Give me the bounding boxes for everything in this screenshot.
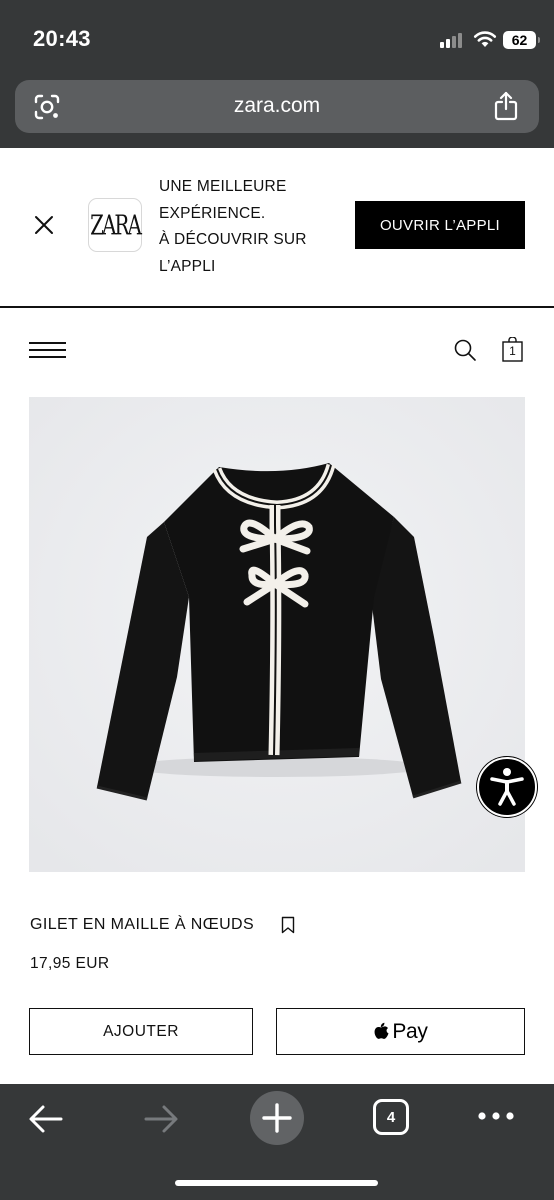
app-banner: ZARA UNE MEILLEURE EXPÉRIENCE. À DÉCOUVR… <box>0 148 554 308</box>
back-arrow-icon[interactable] <box>28 1104 64 1134</box>
product-price: 17,95 EUR <box>30 955 110 972</box>
apple-logo-icon <box>374 1022 389 1039</box>
signal-icon <box>440 32 466 48</box>
address-bar[interactable]: zara.com <box>15 80 539 133</box>
forward-arrow-icon[interactable] <box>143 1104 179 1134</box>
banner-line-2: EXPÉRIENCE. <box>159 204 266 222</box>
url-text[interactable]: zara.com <box>15 94 539 118</box>
browser-top-chrome: 20:43 62 zara.com <box>0 0 554 148</box>
banner-line-4: L’APPLI <box>159 257 216 275</box>
wifi-icon <box>473 31 497 47</box>
hamburger-menu-icon[interactable] <box>29 340 66 360</box>
accessibility-button[interactable] <box>477 757 537 817</box>
cardigan-photo <box>29 397 525 872</box>
product-name: GILET EN MAILLE À NŒUDS <box>30 916 255 933</box>
battery-icon: 62 <box>503 31 540 49</box>
bookmark-icon[interactable] <box>281 916 295 934</box>
share-icon[interactable] <box>493 91 519 121</box>
more-icon[interactable] <box>477 1110 515 1122</box>
banner-line-3: À DÉCOUVRIR SUR <box>159 231 307 248</box>
shopping-bag-icon[interactable]: 1 <box>502 337 523 362</box>
browser-toolbar: 4 <box>0 1084 554 1200</box>
accessibility-icon <box>490 768 524 806</box>
close-icon[interactable] <box>32 213 56 237</box>
zara-app-logo: ZARA <box>88 198 142 252</box>
zara-logo-text: ZARA <box>90 208 142 242</box>
plus-icon <box>262 1103 292 1133</box>
banner-message: UNE MEILLEURE EXPÉRIENCE. À DÉCOUVRIR SU… <box>159 174 339 280</box>
bag-count: 1 <box>509 344 516 358</box>
status-time: 20:43 <box>33 26 91 51</box>
new-tab-button[interactable] <box>250 1091 304 1145</box>
search-icon[interactable] <box>453 338 477 362</box>
tabs-icon[interactable]: 4 <box>373 1099 409 1135</box>
banner-line-1: UNE MEILLEURE <box>159 178 287 195</box>
open-app-button[interactable]: OUVRIR L’APPLI <box>355 201 525 249</box>
apple-pay-label: Pay <box>392 1019 428 1043</box>
apple-pay-button[interactable]: Pay <box>276 1008 525 1055</box>
add-to-cart-button[interactable]: AJOUTER <box>29 1008 253 1055</box>
product-image[interactable] <box>29 397 525 872</box>
home-indicator <box>175 1180 378 1186</box>
